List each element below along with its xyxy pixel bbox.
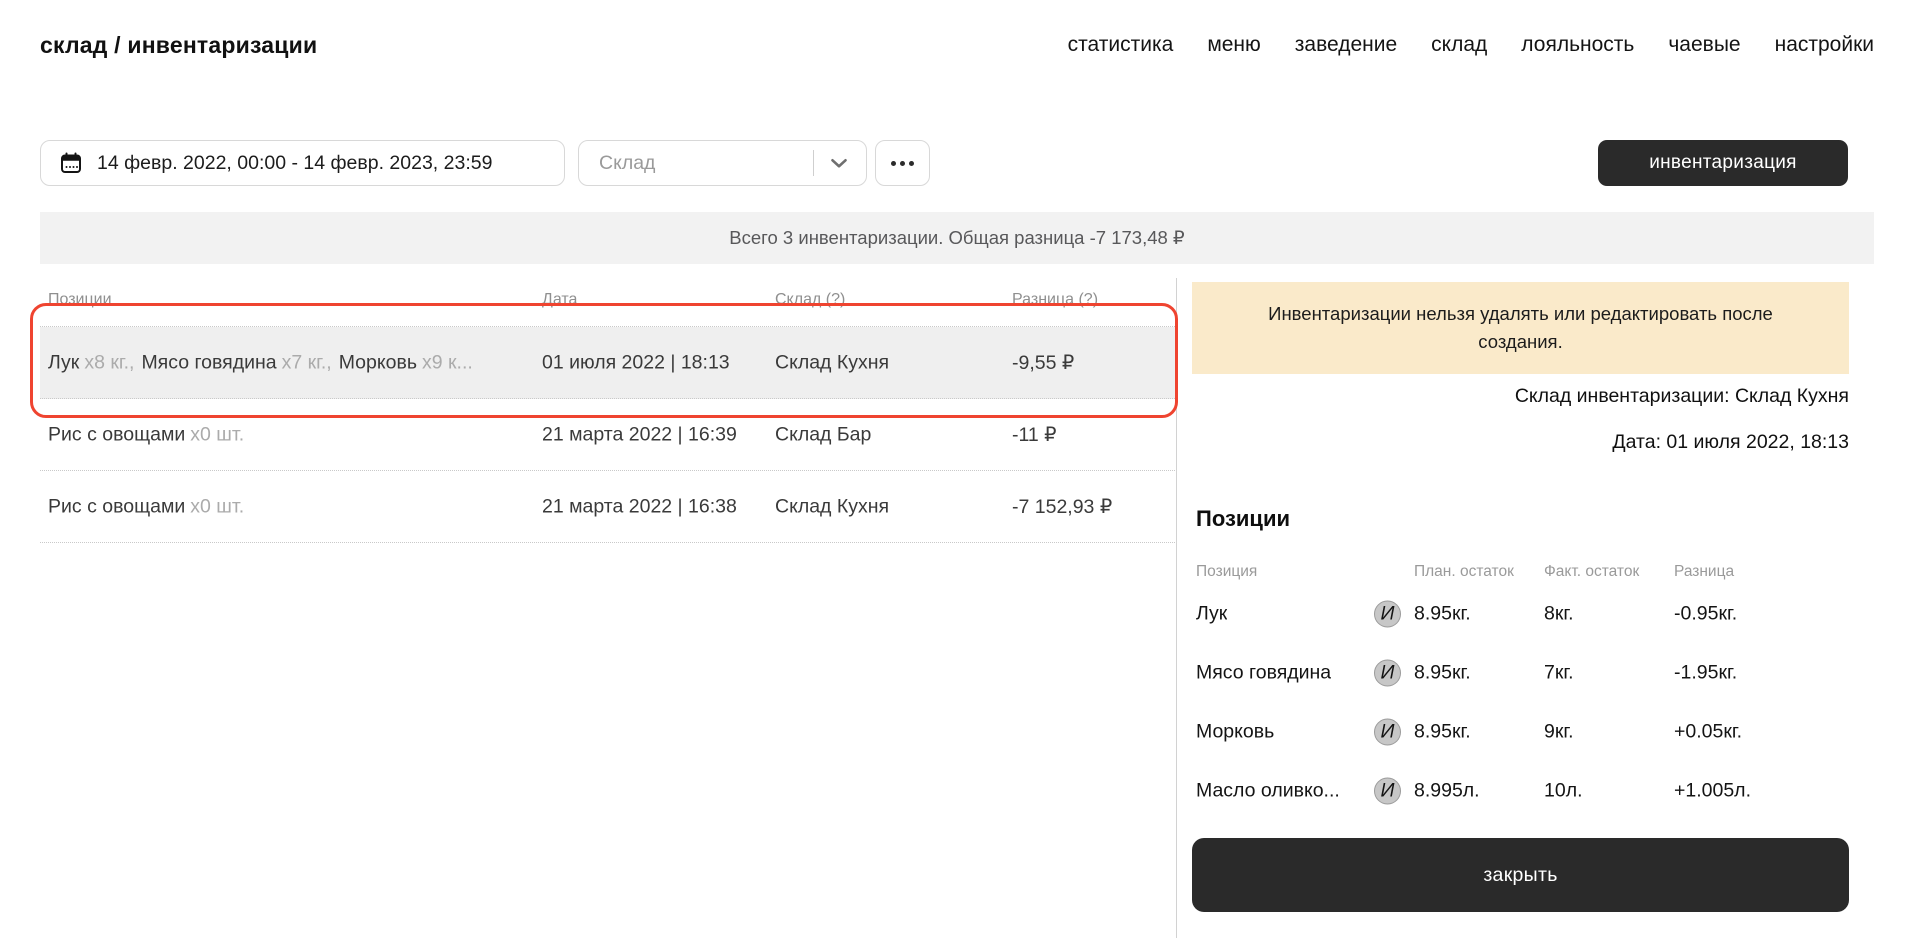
row-positions: Рис с овощамиx0 шт. bbox=[48, 423, 251, 446]
position-row: Морковь И 8.95кг. 9кг. +0.05кг. bbox=[1192, 715, 1849, 749]
row-warehouse: Склад Бар bbox=[775, 423, 871, 446]
nav-loyalty[interactable]: лояльность bbox=[1521, 33, 1634, 57]
position-row: Мясо говядина И 8.95кг. 7кг. -1.95кг. bbox=[1192, 656, 1849, 690]
select-divider bbox=[813, 150, 814, 176]
row-positions: Лукx8 кг.,Мясо говядинаx7 кг.,Морковьx9 … bbox=[48, 351, 480, 374]
ingredient-badge-icon: И bbox=[1374, 719, 1401, 746]
position-planned: 8.995л. bbox=[1414, 780, 1480, 803]
detail-warehouse-line: Склад инвентаризации: Склад Кухня bbox=[1515, 385, 1849, 408]
detail-date-line: Дата: 01 июля 2022, 18:13 bbox=[1612, 431, 1849, 454]
row-warehouse: Склад Кухня bbox=[775, 351, 889, 374]
nav-warehouse[interactable]: склад bbox=[1431, 33, 1487, 57]
position-name: Масло оливко... bbox=[1196, 780, 1340, 803]
position-difference: +1.005л. bbox=[1674, 780, 1751, 803]
nav-menu[interactable]: меню bbox=[1207, 33, 1260, 57]
position-actual: 9кг. bbox=[1544, 721, 1574, 744]
app-root: склад / инвентаризации статистика меню з… bbox=[0, 0, 1914, 952]
position-row: Лук И 8.95кг. 8кг. -0.95кг. bbox=[1192, 597, 1849, 631]
ingredient-badge-icon: И bbox=[1374, 601, 1401, 628]
inventory-list-header: Позиции Дата Склад (?) Разница (?) bbox=[40, 283, 1175, 327]
col-header-warehouse: Склад (?) bbox=[775, 291, 845, 309]
row-difference: -9,55 ₽ bbox=[1012, 351, 1074, 375]
position-planned: 8.95кг. bbox=[1414, 662, 1471, 685]
position-planned: 8.95кг. bbox=[1414, 603, 1471, 626]
row-date: 21 марта 2022 | 16:38 bbox=[542, 495, 737, 518]
calendar-icon bbox=[59, 151, 83, 175]
date-range-picker[interactable]: 14 февр. 2022, 00:00 - 14 февр. 2023, 23… bbox=[40, 140, 565, 186]
row-warehouse: Склад Кухня bbox=[775, 495, 889, 518]
col-header-difference: Разница (?) bbox=[1012, 291, 1098, 309]
inventory-row[interactable]: Рис с овощамиx0 шт. 21 марта 2022 | 16:3… bbox=[40, 399, 1175, 471]
pos-col-planned: План. остаток bbox=[1414, 563, 1514, 581]
position-row: Масло оливко... И 8.995л. 10л. +1.005л. bbox=[1192, 774, 1849, 808]
ingredient-badge-icon: И bbox=[1374, 778, 1401, 805]
more-options-button[interactable] bbox=[875, 140, 930, 186]
row-date: 01 июля 2022 | 18:13 bbox=[542, 351, 730, 374]
position-actual: 7кг. bbox=[1544, 662, 1574, 685]
readonly-notice: Инвентаризации нельзя удалять или редакт… bbox=[1192, 282, 1849, 374]
position-actual: 8кг. bbox=[1544, 603, 1574, 626]
inventory-row-selected[interactable]: Лукx8 кг.,Мясо говядинаx7 кг.,Морковьx9 … bbox=[40, 327, 1175, 399]
position-name: Мясо говядина bbox=[1196, 662, 1331, 685]
row-difference: -11 ₽ bbox=[1012, 423, 1057, 447]
ingredient-badge-icon: И bbox=[1374, 660, 1401, 687]
panel-divider bbox=[1176, 278, 1177, 938]
position-difference: -0.95кг. bbox=[1674, 603, 1737, 626]
position-actual: 10л. bbox=[1544, 780, 1583, 803]
row-date: 21 марта 2022 | 16:39 bbox=[542, 423, 737, 446]
positions-title: Позиции bbox=[1196, 506, 1290, 532]
pos-col-difference: Разница bbox=[1674, 563, 1734, 581]
chevron-down-icon bbox=[826, 150, 852, 176]
row-positions: Рис с овощамиx0 шт. bbox=[48, 495, 251, 518]
create-inventory-button[interactable]: инвентаризация bbox=[1598, 140, 1848, 186]
warehouse-select[interactable]: Склад bbox=[578, 140, 867, 186]
inventory-list: Позиции Дата Склад (?) Разница (?) Лукx8… bbox=[40, 283, 1175, 543]
warehouse-select-placeholder: Склад bbox=[599, 152, 813, 175]
col-header-positions: Позиции bbox=[48, 291, 112, 309]
nav-tips[interactable]: чаевые bbox=[1668, 33, 1740, 57]
position-difference: +0.05кг. bbox=[1674, 721, 1742, 744]
position-name: Лук bbox=[1196, 603, 1227, 626]
position-planned: 8.95кг. bbox=[1414, 721, 1471, 744]
nav-venue[interactable]: заведение bbox=[1295, 33, 1397, 57]
nav-settings[interactable]: настройки bbox=[1775, 33, 1874, 57]
pos-col-name: Позиция bbox=[1196, 563, 1257, 581]
ellipsis-icon bbox=[891, 161, 914, 166]
close-button[interactable]: закрыть bbox=[1192, 838, 1849, 912]
row-difference: -7 152,93 ₽ bbox=[1012, 495, 1112, 519]
filter-row: 14 февр. 2022, 00:00 - 14 февр. 2023, 23… bbox=[0, 140, 1914, 186]
position-difference: -1.95кг. bbox=[1674, 662, 1737, 685]
summary-bar: Всего 3 инвентаризации. Общая разница -7… bbox=[40, 212, 1874, 264]
main-nav: статистика меню заведение склад лояльнос… bbox=[1068, 33, 1874, 57]
col-header-date: Дата bbox=[542, 291, 577, 309]
position-name: Морковь bbox=[1196, 721, 1274, 744]
inventory-row[interactable]: Рис с овощамиx0 шт. 21 марта 2022 | 16:3… bbox=[40, 471, 1175, 543]
nav-statistics[interactable]: статистика bbox=[1068, 33, 1174, 57]
summary-text: Всего 3 инвентаризации. Общая разница -7… bbox=[729, 227, 1184, 249]
page-title: склад / инвентаризации bbox=[40, 32, 317, 59]
date-range-value: 14 февр. 2022, 00:00 - 14 февр. 2023, 23… bbox=[97, 152, 492, 175]
pos-col-actual: Факт. остаток bbox=[1544, 563, 1639, 581]
